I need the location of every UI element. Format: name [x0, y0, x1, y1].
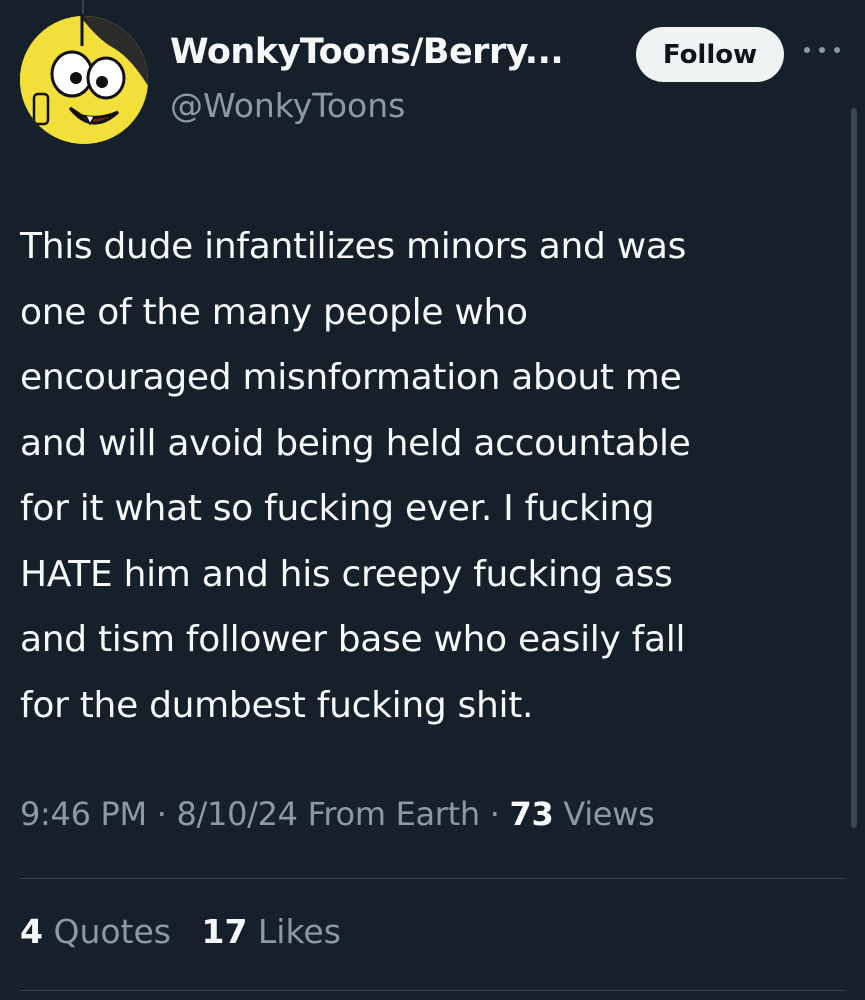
tweet-time[interactable]: 9:46 PM [20, 795, 147, 833]
tweet-stats: 4 Quotes 17 Likes [20, 912, 361, 951]
tweet-detail-view: WonkyToons/Berry... @WonkyToons Follow T… [0, 0, 865, 1000]
divider [20, 878, 845, 879]
scrollbar[interactable] [851, 108, 857, 828]
cartoon-face-avatar-icon [20, 16, 148, 144]
more-horizontal-icon[interactable] [804, 42, 840, 58]
tweet-location: From Earth [307, 795, 481, 833]
more-dot-3 [834, 47, 840, 53]
quotes-stat[interactable]: 4 Quotes [20, 912, 171, 951]
meta-separator: · [156, 795, 167, 833]
tweet-date[interactable]: 8/10/24 [176, 795, 298, 833]
author-display-name[interactable]: WonkyToons/Berry... [170, 32, 564, 72]
tweet-text: This dude infantilizes minors and was on… [20, 226, 691, 726]
author-handle[interactable]: @WonkyToons [170, 86, 405, 125]
divider [20, 990, 845, 991]
tweet-meta: 9:46 PM · 8/10/24 From Earth · 73 Views [20, 795, 655, 833]
thread-connector-line [82, 0, 84, 14]
quotes-label: Quotes [53, 912, 171, 951]
follow-button[interactable]: Follow [636, 27, 784, 82]
meta-separator: · [489, 795, 500, 833]
likes-label: Likes [257, 912, 341, 951]
more-dot-1 [804, 47, 810, 53]
avatar[interactable] [20, 16, 148, 144]
views-label: Views [563, 795, 655, 833]
more-dot-2 [819, 47, 825, 53]
likes-count: 17 [201, 912, 248, 951]
likes-stat[interactable]: 17 Likes [201, 912, 340, 951]
views-count: 73 [509, 795, 554, 833]
quotes-count: 4 [20, 912, 43, 951]
